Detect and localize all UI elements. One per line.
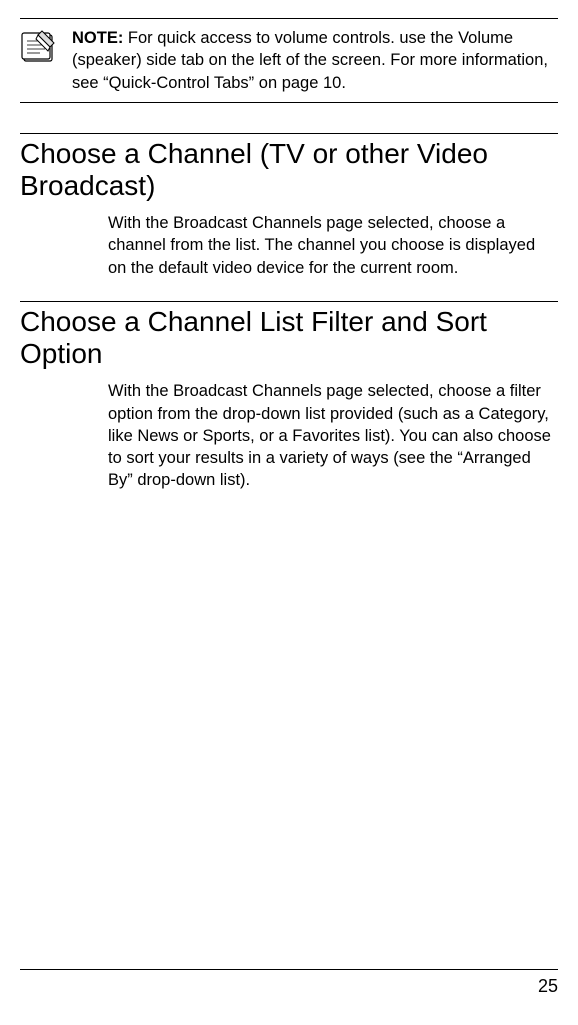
note-icon [20,29,60,65]
page-number: 25 [538,976,558,996]
note-label: NOTE: [72,29,123,47]
section-choose-filter: Choose a Channel List Filter and Sort Op… [20,301,558,492]
section-choose-channel: Choose a Channel (TV or other Video Broa… [20,133,558,279]
section-heading: Choose a Channel (TV or other Video Broa… [20,133,558,202]
page-footer: 25 [20,969,558,997]
section-body: With the Broadcast Channels page selecte… [108,212,558,279]
note-body: For quick access to volume controls. use… [72,29,548,92]
section-body: With the Broadcast Channels page selecte… [108,380,558,491]
section-heading: Choose a Channel List Filter and Sort Op… [20,301,558,370]
note-box: NOTE: For quick access to volume control… [20,18,558,103]
note-text: NOTE: For quick access to volume control… [72,27,558,94]
